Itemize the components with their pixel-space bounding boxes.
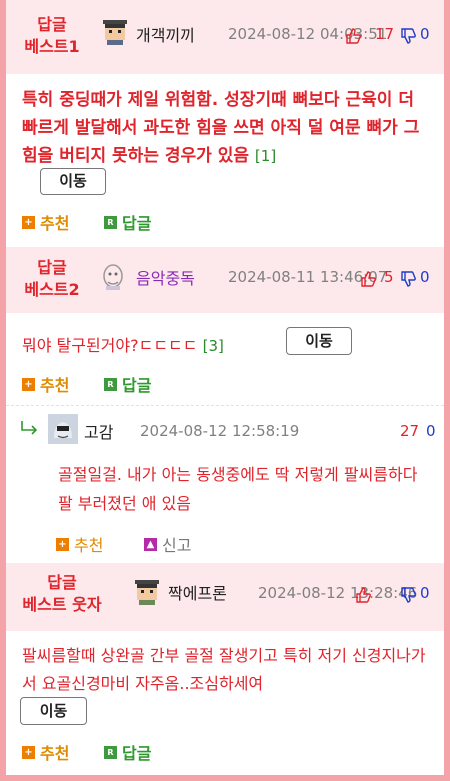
avatar[interactable]	[48, 414, 78, 444]
reply-arrow-icon	[21, 421, 38, 435]
divider	[6, 405, 444, 406]
nickname[interactable]: 음악중독	[136, 265, 195, 289]
avatar[interactable]	[132, 577, 162, 607]
thumbs-up-icon[interactable]	[360, 271, 376, 287]
reply-button[interactable]: R 답글	[104, 210, 151, 234]
reply-r-icon: R	[104, 215, 117, 229]
move-button[interactable]: 이동	[286, 327, 352, 355]
recommend-label: 추천	[74, 536, 104, 555]
rank-title: 베스트2	[24, 280, 80, 299]
reply-label: 답글	[122, 376, 152, 395]
upvote-count: 5	[384, 268, 394, 286]
comment-date: 2024-08-12 04:03:51	[228, 25, 388, 43]
plus-icon: +	[22, 215, 35, 229]
plus-icon: +	[22, 745, 35, 759]
reply-label: 답글	[122, 214, 152, 233]
thumbs-up-icon[interactable]	[355, 587, 371, 603]
nickname[interactable]: 고감	[84, 419, 113, 443]
best-rank-badge: 답글 베스트1	[14, 14, 90, 58]
move-button[interactable]: 이동	[40, 168, 106, 195]
recommend-button[interactable]: + 추천	[22, 210, 69, 234]
recommend-label: 추천	[40, 214, 70, 233]
rank-label: 답글	[37, 258, 67, 277]
reply-button[interactable]: R 답글	[104, 372, 151, 396]
thumbs-down-icon[interactable]	[400, 28, 416, 44]
recommend-button[interactable]: + 추천	[22, 372, 69, 396]
thumbs-down-icon[interactable]	[400, 587, 416, 603]
nickname[interactable]: 짝에프론	[168, 580, 227, 604]
recommend-button[interactable]: + 추천	[22, 740, 69, 764]
reply-button[interactable]: R 답글	[104, 740, 151, 764]
comment-text: 골절일걸. 내가 아는 동생중에도 딱 저렇게 팔씨름하다 팔 부러졌던 애 있…	[58, 465, 418, 513]
downvote-count: 0	[426, 422, 436, 440]
comment-body: 뭐야 탈구된거야?ㄷㄷㄷㄷ [3]	[22, 332, 224, 356]
thumbs-up-icon[interactable]	[345, 28, 361, 44]
recommend-label: 추천	[40, 376, 70, 395]
plus-icon: +	[56, 537, 69, 551]
downvote-count: 0	[420, 584, 430, 602]
reply-count[interactable]: [3]	[203, 337, 224, 355]
report-button[interactable]: ▲ 신고	[144, 532, 191, 556]
downvote-count: 0	[420, 25, 430, 43]
reply-r-icon: R	[104, 745, 117, 759]
avatar[interactable]	[98, 262, 128, 292]
comment-text: 팔씨름할때 상완골 간부 골절 잘생기고 특히 저기 신경지나가서 요골신경마비…	[22, 646, 426, 693]
rank-label: 답글	[47, 573, 77, 592]
reply-label: 답글	[122, 744, 152, 763]
comment-text: 뭐야 탈구된거야?ㄷㄷㄷㄷ	[22, 336, 198, 355]
best-rank-badge: 답글 베스트 웃자	[14, 572, 110, 616]
plus-icon: +	[22, 377, 35, 391]
report-label: 신고	[162, 536, 192, 555]
downvote-count: 0	[420, 268, 430, 286]
move-button[interactable]: 이동	[20, 697, 87, 725]
nickname[interactable]: 개객끼끼	[136, 22, 195, 46]
best-rank-badge: 답글 베스트2	[14, 257, 90, 301]
comment-text: 특히 중딩때가 제일 위험함. 성장기때 뼈보다 근육이 더 빠르게 발달해서 …	[22, 90, 420, 166]
reply-count[interactable]: [1]	[255, 147, 276, 165]
thumbs-down-icon[interactable]	[400, 271, 416, 287]
avatar[interactable]	[100, 17, 130, 47]
recommend-label: 추천	[40, 744, 70, 763]
comment-date: 2024-08-12 12:58:19	[140, 422, 300, 440]
comment-body: 특히 중딩때가 제일 위험함. 성장기때 뼈보다 근육이 더 빠르게 발달해서 …	[22, 86, 430, 170]
report-icon: ▲	[144, 537, 157, 551]
reply-r-icon: R	[104, 377, 117, 391]
upvote-count: 17	[375, 25, 395, 43]
recommend-button[interactable]: + 추천	[56, 532, 103, 556]
rank-title: 베스트1	[24, 37, 80, 56]
rank-label: 답글	[37, 15, 67, 34]
rank-title: 베스트 웃자	[22, 595, 102, 614]
comment-date: 2024-08-12 13:28:46	[258, 584, 418, 602]
upvote-count: 27	[400, 422, 420, 440]
